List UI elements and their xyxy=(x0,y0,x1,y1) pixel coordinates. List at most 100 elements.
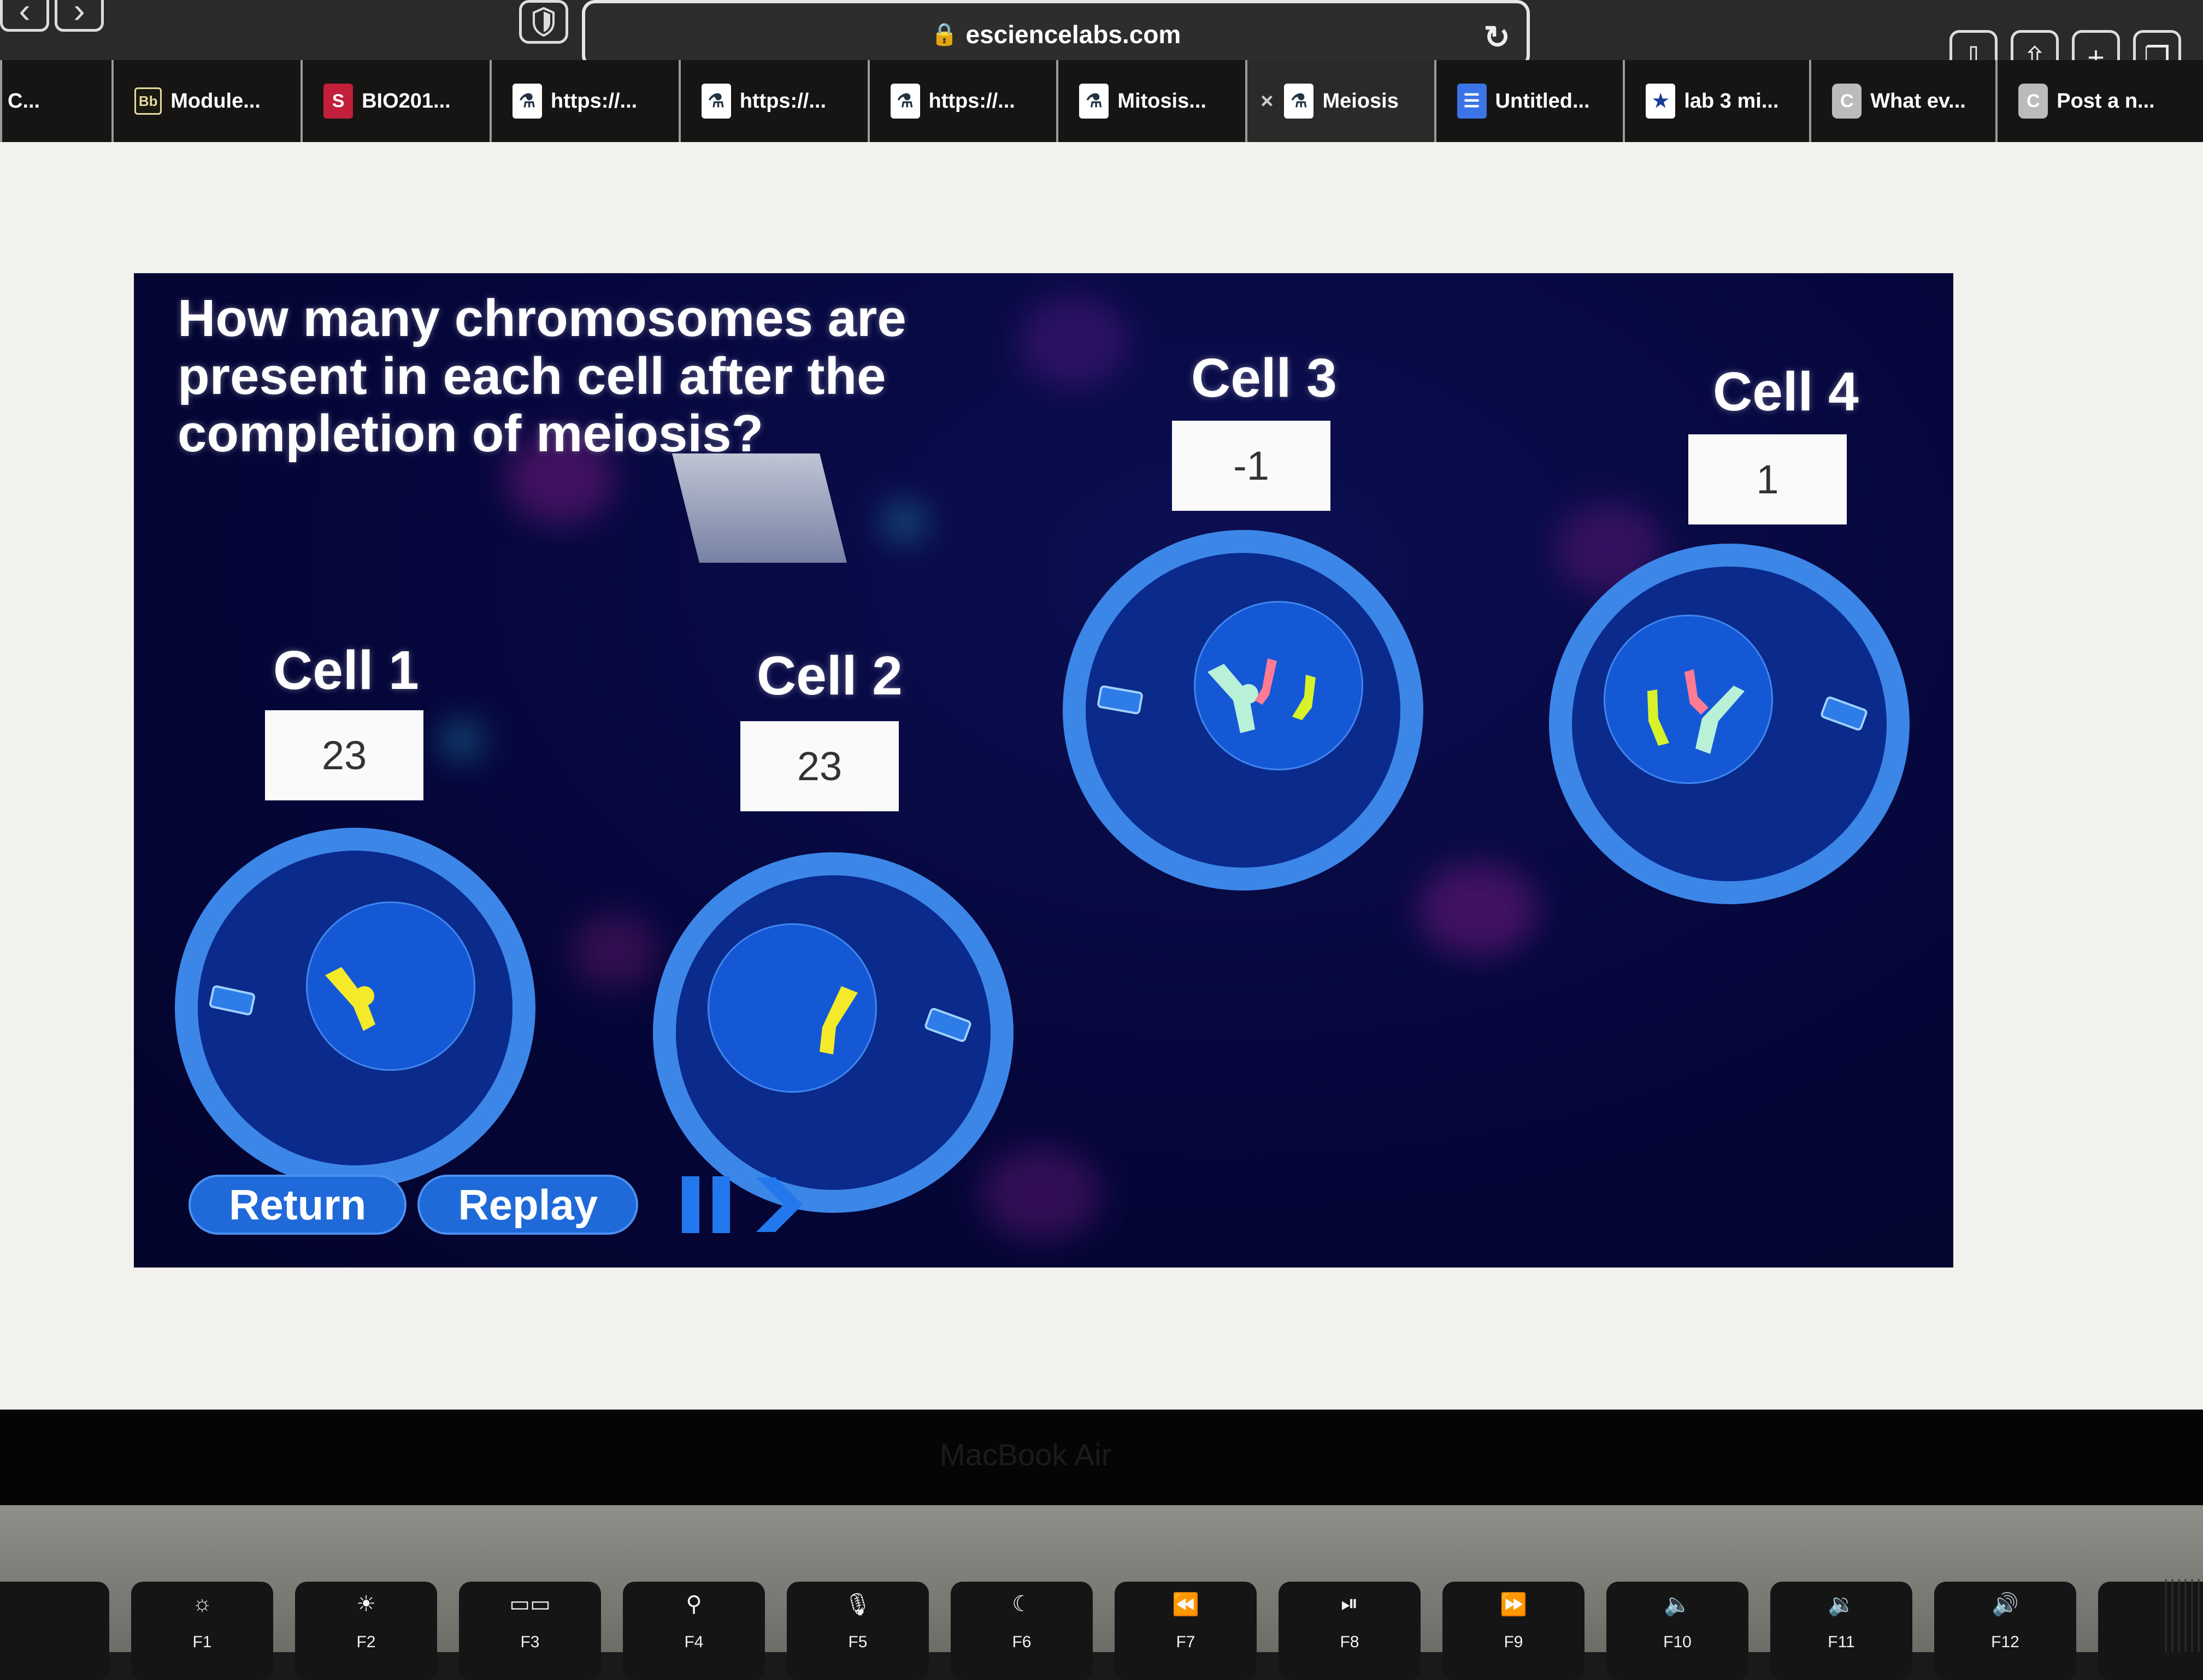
chromosomes xyxy=(1207,658,1316,733)
privacy-report-button[interactable] xyxy=(519,0,568,44)
activity-stage: How many chromosomes are present in each… xyxy=(134,273,1953,1268)
blackboard-icon: Bb xyxy=(134,87,162,115)
flask-icon: ⚗ xyxy=(512,84,542,119)
replay-button[interactable]: Replay xyxy=(417,1175,639,1235)
back-button[interactable]: ‹ xyxy=(0,0,49,32)
rewind-key[interactable]: ⏪ F7 xyxy=(1115,1582,1257,1680)
play-pause-key[interactable]: ⏯ F8 xyxy=(1279,1582,1421,1680)
escape-key[interactable] xyxy=(0,1582,109,1680)
sl-icon: S xyxy=(323,84,354,119)
tab-label: Module... xyxy=(170,89,261,113)
brightness-down-icon: ☼ xyxy=(192,1591,213,1616)
dictation-icon: 🎙 xyxy=(844,1593,872,1617)
cell-1 xyxy=(175,828,535,1188)
chevron-right-icon: › xyxy=(73,0,85,30)
tab-label: lab 3 mi... xyxy=(1684,89,1779,113)
function-key-row: ☼ F1 ☀ F2 ▭▭ F3 ⚲ F4 🎙 F5 ☾ F6 ⏪ F7 ⏯ F8 ⏩ F9 🔈 F10 🔉 F11 🔊 F12 xyxy=(0,1582,2203,1680)
background-blob xyxy=(981,1147,1101,1240)
flask-icon: ⚗ xyxy=(1284,84,1314,119)
brightness-up-key[interactable]: ☀ F2 xyxy=(295,1582,437,1680)
address-bar[interactable]: 🔒 esciencelabs.com ↻ xyxy=(582,0,1530,68)
next-arrow-button[interactable] xyxy=(751,1175,805,1235)
docs-icon: ☰ xyxy=(1457,84,1487,119)
volume-up-key[interactable]: 🔊 F12 xyxy=(1934,1582,2076,1680)
brightness-down-key[interactable]: ☼ F1 xyxy=(131,1582,273,1680)
flask-icon: ⚗ xyxy=(890,84,920,119)
tab[interactable]: C Post a n... xyxy=(1995,60,2203,142)
lock-icon: 🔒 xyxy=(930,22,958,46)
tab-label: BIO201... xyxy=(362,89,451,113)
chromosomes xyxy=(1647,669,1745,754)
fast-forward-icon: ⏩ xyxy=(1500,1593,1527,1617)
cell-1-label: Cell 1 xyxy=(273,640,419,701)
background-blob xyxy=(1418,863,1538,956)
cell-3-answer-input[interactable]: -1 xyxy=(1172,421,1330,511)
tab[interactable]: ⚗ https://... xyxy=(678,60,868,142)
tab-label: https://... xyxy=(550,89,638,113)
volume-down-key[interactable]: 🔉 F11 xyxy=(1770,1582,1912,1680)
tab[interactable]: ⚗ https://... xyxy=(489,60,679,142)
key-label: F3 xyxy=(520,1633,540,1651)
close-tab-icon[interactable]: × xyxy=(1260,89,1273,114)
tab[interactable]: ★ lab 3 mi... xyxy=(1623,60,1810,142)
cell-2-answer-input[interactable]: 23 xyxy=(740,721,899,811)
key-label: F10 xyxy=(1663,1633,1692,1651)
tab-label: https://... xyxy=(928,89,1015,113)
cell-1-answer-input[interactable]: 23 xyxy=(265,710,423,800)
url-text: esciencelabs.com xyxy=(965,20,1181,49)
mute-key[interactable]: 🔈 F10 xyxy=(1606,1582,1748,1680)
volume-up-icon: 🔊 xyxy=(1992,1593,2019,1617)
tab[interactable]: S BIO201... xyxy=(301,60,490,142)
tab-bar: C... Bb Module... S BIO201... ⚗ https://...… xyxy=(0,60,2203,142)
key-label: F6 xyxy=(1012,1633,1032,1651)
pause-icon-bar xyxy=(712,1176,731,1233)
chromosome-yellow xyxy=(820,986,858,1054)
spotlight-icon: ⚲ xyxy=(686,1592,702,1616)
key-label: F11 xyxy=(1828,1633,1855,1651)
focus-key[interactable]: ☾ F6 xyxy=(951,1582,1093,1680)
background-blob xyxy=(882,503,926,541)
tab[interactable]: ⚗ https://... xyxy=(867,60,1057,142)
cell-4-answer-input[interactable]: 1 xyxy=(1688,434,1847,524)
chevron-left-icon: ‹ xyxy=(19,0,31,30)
forward-button[interactable]: › xyxy=(55,0,104,32)
spotlight-key[interactable]: ⚲ F4 xyxy=(623,1582,765,1680)
tab[interactable]: C What ev... xyxy=(1809,60,1996,142)
key-label: F7 xyxy=(1176,1633,1195,1651)
play-pause-icon: ⏯ xyxy=(1341,1591,1358,1616)
cell-3-label: Cell 3 xyxy=(1191,347,1337,409)
pause-button[interactable] xyxy=(682,1176,731,1233)
tab-label: Meiosis xyxy=(1322,89,1399,113)
key-label: F2 xyxy=(356,1633,376,1651)
tab[interactable]: C... xyxy=(0,60,112,142)
focus-icon: ☾ xyxy=(1012,1592,1032,1616)
screen-glare xyxy=(672,453,847,563)
return-button[interactable]: Return xyxy=(189,1175,407,1235)
pause-icon-bar xyxy=(682,1176,700,1233)
tab-label: Post a n... xyxy=(2057,89,2155,113)
mission-control-key[interactable]: ▭▭ F3 xyxy=(459,1582,601,1680)
tab-active[interactable]: × ⚗ Meiosis xyxy=(1245,60,1434,142)
fast-forward-key[interactable]: ⏩ F9 xyxy=(1442,1582,1584,1680)
background-blob xyxy=(571,912,658,989)
tab-label: What ev... xyxy=(1870,89,1966,113)
flask-icon: ⚗ xyxy=(1079,84,1109,119)
c-icon: C xyxy=(1832,84,1862,119)
reload-icon[interactable]: ↻ xyxy=(1483,19,1510,56)
volume-down-icon: 🔉 xyxy=(1828,1593,1855,1617)
tab-label: C... xyxy=(8,89,40,113)
speaker-grille xyxy=(2165,1579,2203,1652)
tab[interactable]: ☰ Untitled... xyxy=(1434,60,1623,142)
question-text: How many chromosomes are present in each… xyxy=(178,289,906,463)
shield-icon xyxy=(533,7,555,37)
rewind-icon: ⏪ xyxy=(1172,1593,1199,1617)
key-label: F4 xyxy=(684,1633,704,1651)
tab[interactable]: ⚗ Mitosis... xyxy=(1056,60,1246,142)
mission-control-icon: ▭▭ xyxy=(509,1592,551,1616)
cell-4 xyxy=(1549,544,1910,904)
dictation-key[interactable]: 🎙 F5 xyxy=(787,1582,929,1680)
key-label: F8 xyxy=(1340,1633,1359,1651)
key-label: F5 xyxy=(848,1633,868,1651)
cell-4-label: Cell 4 xyxy=(1713,361,1859,422)
tab[interactable]: Bb Module... xyxy=(111,60,301,142)
